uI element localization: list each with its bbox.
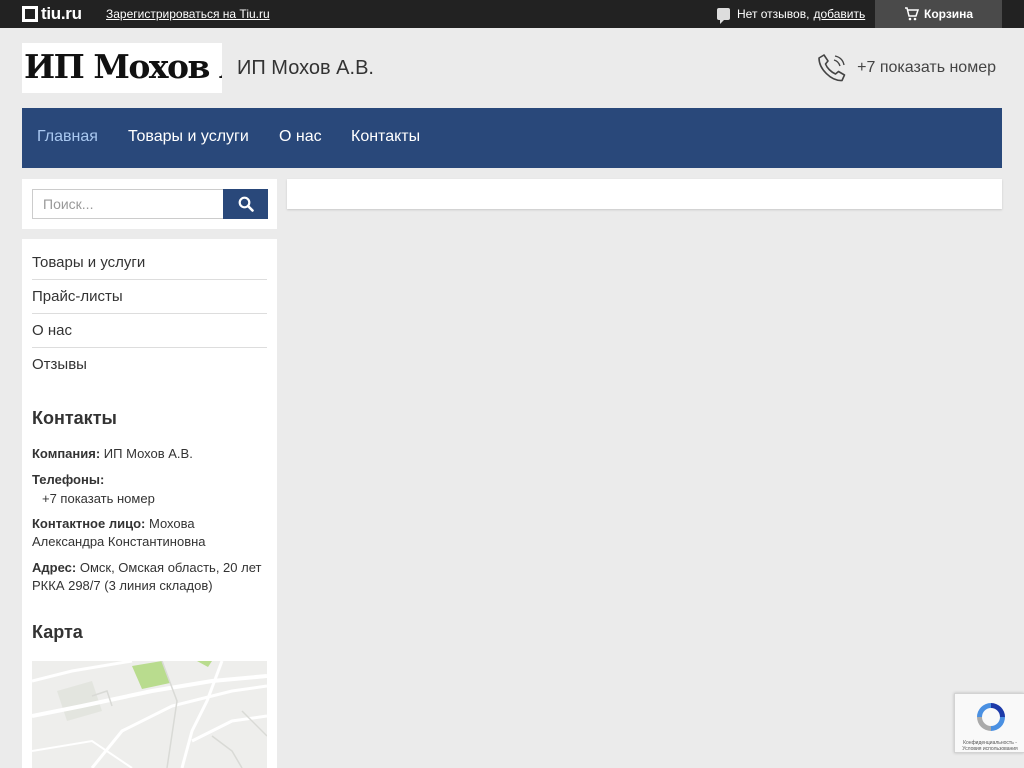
- cart-label: Корзина: [924, 7, 974, 21]
- search-button[interactable]: [223, 189, 268, 219]
- recaptcha-icon: [977, 703, 1005, 731]
- sidebar-item-products[interactable]: Товары и услуги: [32, 246, 267, 280]
- register-link[interactable]: Зарегистрироваться на Tiu.ru: [106, 7, 270, 21]
- phones-value[interactable]: +7 показать номер: [42, 490, 277, 508]
- phone-block[interactable]: +7 показать номер: [816, 52, 996, 84]
- sidebar-item-about[interactable]: О нас: [32, 314, 267, 348]
- search-icon: [238, 196, 254, 212]
- phones-info: Телефоны:: [32, 471, 267, 489]
- search-input[interactable]: Поиск...: [32, 189, 224, 219]
- search-panel: Поиск...: [22, 179, 277, 229]
- nav-item-products[interactable]: Товары и услуги: [128, 128, 249, 146]
- main-nav: Главная Товары и услуги О нас Контакты: [22, 108, 1002, 168]
- recaptcha-text[interactable]: Конфиденциальность - Условия использован…: [957, 740, 1023, 752]
- map-graphic: [32, 661, 267, 768]
- recaptcha-badge[interactable]: Конфиденциальность - Условия использован…: [954, 693, 1024, 753]
- tiu-logo[interactable]: tiu.ru: [22, 4, 82, 23]
- company-info: Компания: ИП Мохов А.В.: [32, 445, 267, 463]
- map-widget[interactable]: [32, 661, 267, 768]
- phone-number[interactable]: +7 показать номер: [857, 59, 996, 77]
- company-logo[interactable]: ИП Мохов А.В.: [22, 43, 222, 93]
- company-value: ИП Мохов А.В.: [103, 446, 193, 461]
- map-title: Карта: [32, 622, 83, 642]
- cart-button[interactable]: Корзина: [875, 0, 1002, 28]
- tiu-logo-text: tiu.ru: [41, 4, 82, 23]
- address-info: Адрес: Омск, Омская область, 20 лет РККА…: [32, 559, 267, 595]
- reviews-widget: Нет отзывов, добавить: [717, 7, 865, 24]
- person-label: Контактное лицо:: [32, 516, 146, 531]
- top-bar: tiu.ru Зарегистрироваться на Tiu.ru Нет …: [0, 0, 1024, 28]
- sidebar-menu: Товары и услуги Прайс-листы О нас Отзывы: [32, 246, 267, 382]
- sidebar: Товары и услуги Прайс-листы О нас Отзывы…: [22, 239, 277, 768]
- phones-label: Телефоны:: [32, 472, 105, 487]
- nav-item-home[interactable]: Главная: [37, 128, 98, 146]
- company-logo-text: ИП Мохов А.В.: [24, 47, 222, 86]
- company-name[interactable]: ИП Мохов А.В.: [237, 57, 374, 80]
- main-content-panel: [287, 179, 1002, 209]
- address-label: Адрес:: [32, 560, 77, 575]
- nav-item-contacts[interactable]: Контакты: [351, 128, 420, 146]
- sidebar-item-price-lists[interactable]: Прайс-листы: [32, 280, 267, 314]
- person-info: Контактное лицо: Мохова Александра Конст…: [32, 515, 267, 551]
- phone-icon: [818, 54, 846, 82]
- contacts-title: Контакты: [32, 408, 117, 428]
- cart-icon: [905, 7, 919, 21]
- sidebar-item-reviews[interactable]: Отзывы: [32, 348, 267, 382]
- company-header: ИП Мохов А.В. ИП Мохов А.В. +7 показать …: [22, 43, 1002, 93]
- company-label: Компания:: [32, 446, 101, 461]
- nav-item-about[interactable]: О нас: [279, 128, 322, 146]
- add-review-link[interactable]: добавить: [813, 7, 865, 21]
- reviews-text: Нет отзывов,: [737, 7, 810, 21]
- tiu-logo-square-icon: [22, 6, 38, 22]
- comment-icon: [717, 8, 730, 24]
